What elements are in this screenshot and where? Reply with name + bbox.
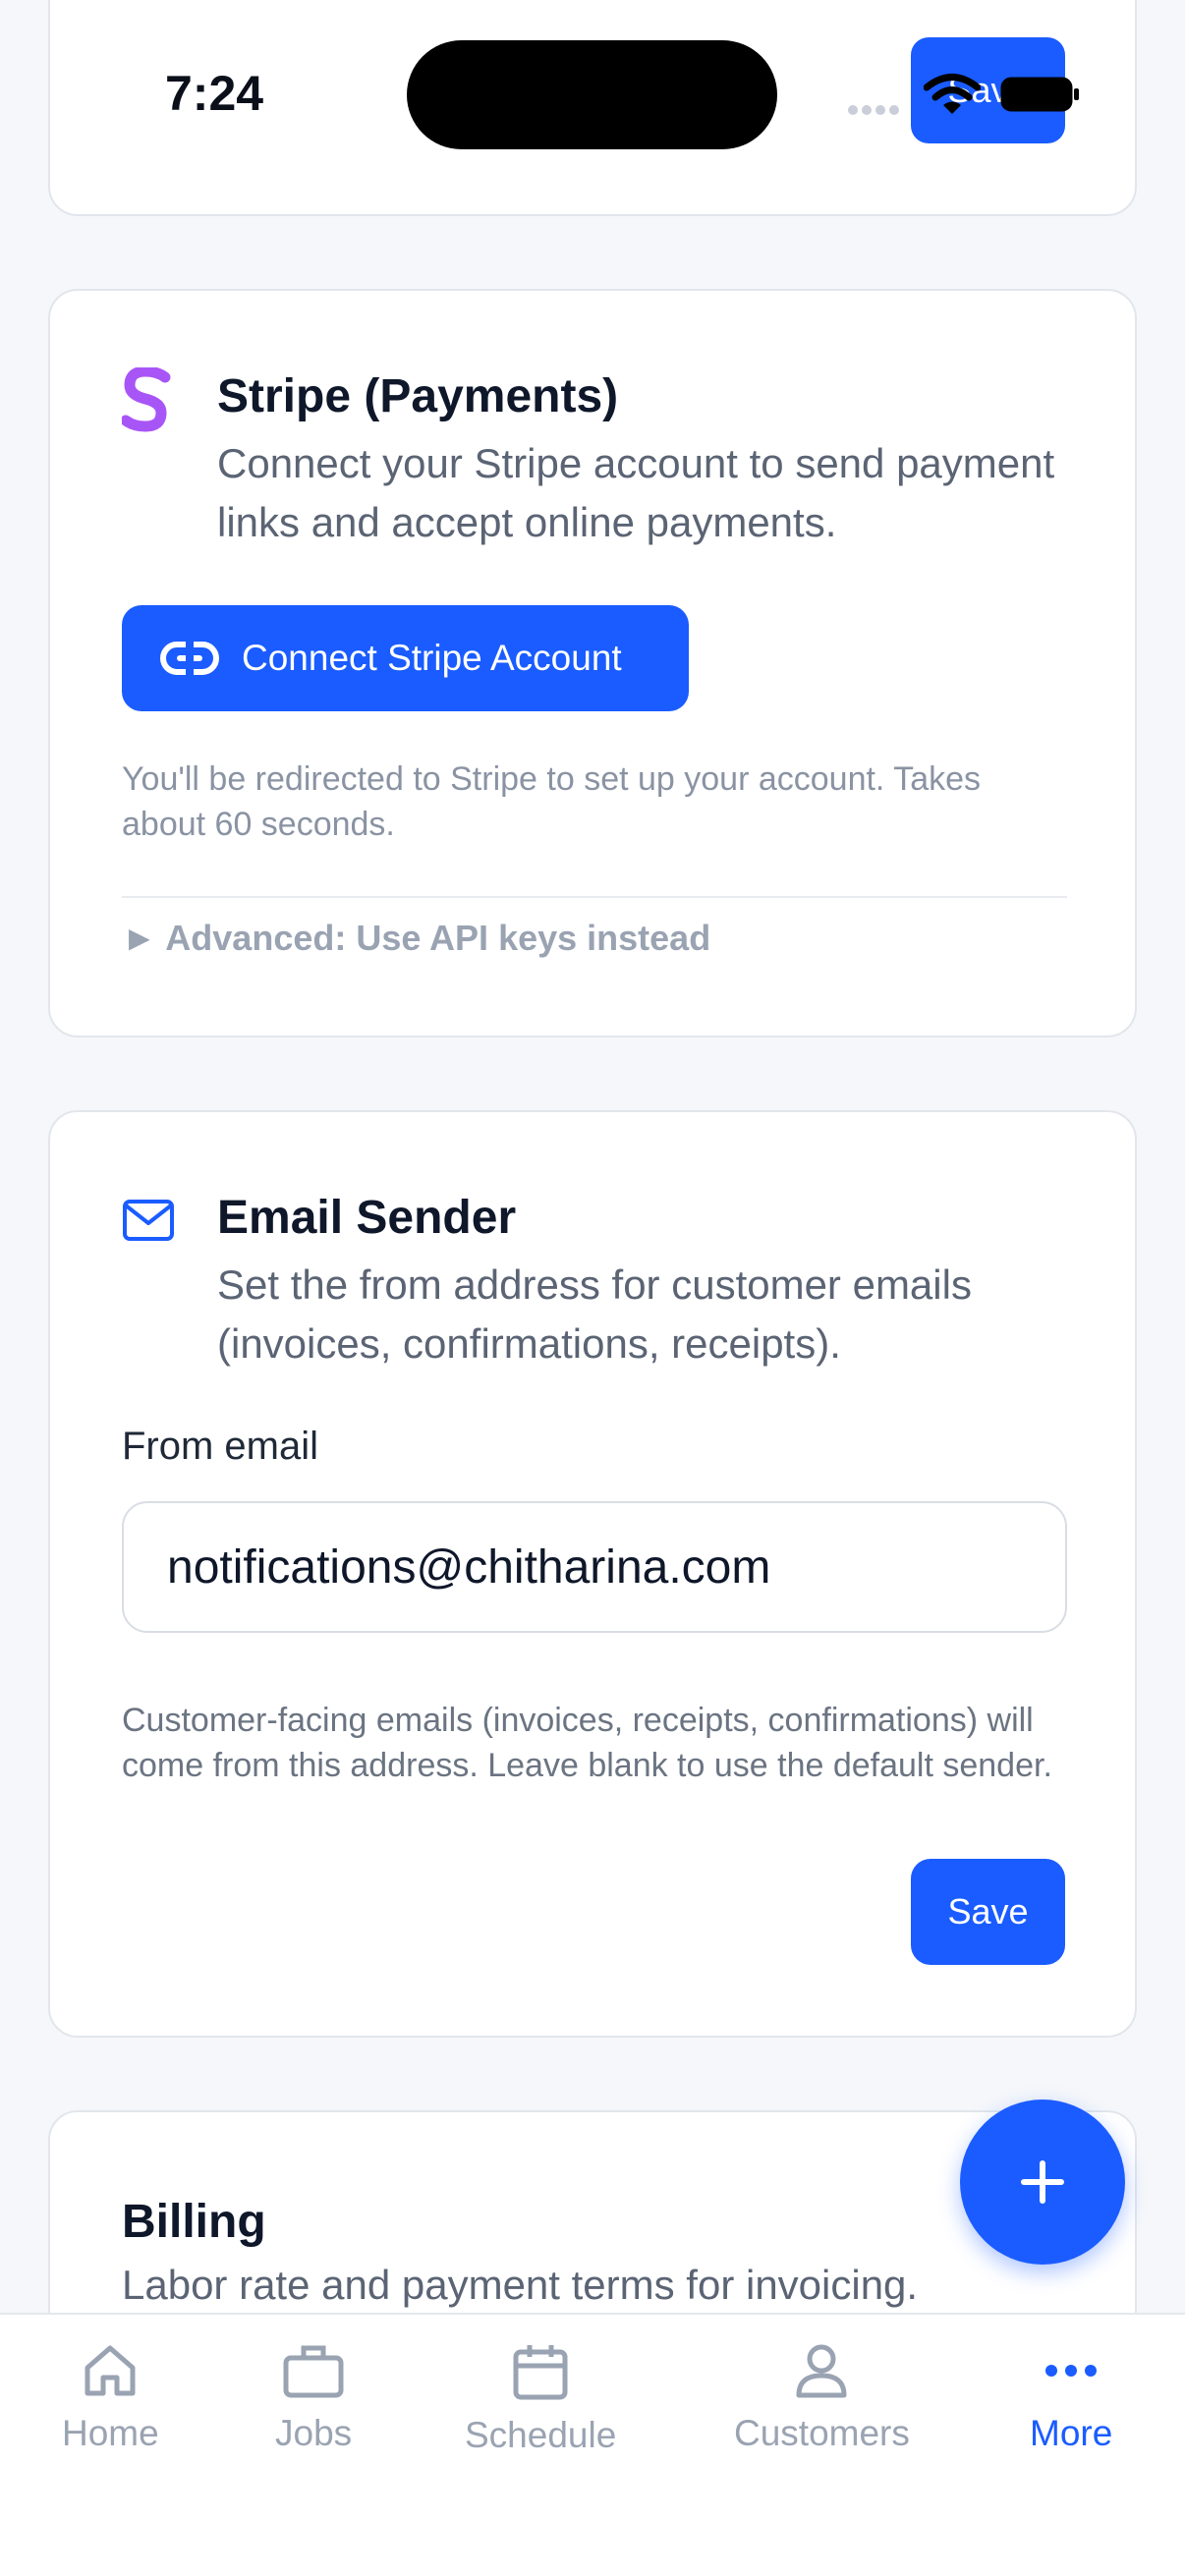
- tab-more[interactable]: More: [1030, 2342, 1112, 2454]
- tab-label: Home: [62, 2413, 159, 2453]
- tab-label: More: [1030, 2413, 1113, 2453]
- status-time: 7:24: [165, 66, 264, 121]
- tab-home[interactable]: Home: [62, 2342, 159, 2454]
- from-email-input[interactable]: [122, 1501, 1067, 1633]
- billing-description: Labor rate and payment terms for invoici…: [122, 2262, 919, 2308]
- tab-label: Schedule: [465, 2415, 617, 2455]
- tab-jobs[interactable]: Jobs: [275, 2342, 352, 2454]
- dynamic-island: [407, 40, 777, 149]
- plus-icon: [1021, 2160, 1064, 2204]
- connect-stripe-label: Connect Stripe Account: [242, 638, 622, 678]
- battery-icon: [1000, 77, 1079, 112]
- bottom-tab-bar: Home Jobs Schedule Customers More: [0, 2313, 1185, 2576]
- from-email-label: From email: [122, 1425, 319, 1468]
- briefcase-icon: [283, 2345, 344, 2398]
- tab-customers[interactable]: Customers: [734, 2342, 910, 2454]
- stripe-redirect-note: You'll be redirected to Stripe to set up…: [122, 760, 982, 843]
- email-help-text: Customer-facing emails (invoices, receip…: [122, 1702, 1052, 1784]
- stripe-logo-icon: [122, 367, 171, 432]
- stripe-description: Connect your Stripe account to send paym…: [217, 440, 1055, 545]
- stripe-payments-card: Stripe (Payments) Connect your Stripe ac…: [48, 289, 1137, 1037]
- connect-stripe-button[interactable]: Connect Stripe Account: [122, 605, 689, 711]
- tab-schedule[interactable]: Schedule: [465, 2342, 616, 2456]
- email-sender-description: Set the from address for customer emails…: [217, 1261, 972, 1367]
- mail-icon: [123, 1200, 174, 1241]
- email-sender-title: Email Sender: [217, 1192, 517, 1244]
- billing-title: Billing: [122, 2196, 266, 2248]
- email-sender-card: Email Sender Set the from address for cu…: [48, 1110, 1137, 2038]
- stripe-title: Stripe (Payments): [217, 370, 619, 422]
- add-fab-button[interactable]: [960, 2100, 1125, 2265]
- calendar-icon: [513, 2345, 568, 2400]
- tab-label: Customers: [734, 2413, 910, 2453]
- more-dots-icon: [1045, 2365, 1098, 2377]
- wifi-icon: [924, 74, 981, 114]
- divider: [122, 896, 1067, 898]
- tab-label: Jobs: [275, 2413, 353, 2453]
- cellular-signal-icon: [848, 105, 899, 115]
- save-email-button[interactable]: Save: [911, 1859, 1065, 1965]
- home-icon: [85, 2345, 136, 2396]
- person-icon: [796, 2344, 847, 2398]
- link-icon: [160, 641, 219, 676]
- advanced-api-keys-toggle[interactable]: ► Advanced: Use API keys instead: [122, 918, 710, 959]
